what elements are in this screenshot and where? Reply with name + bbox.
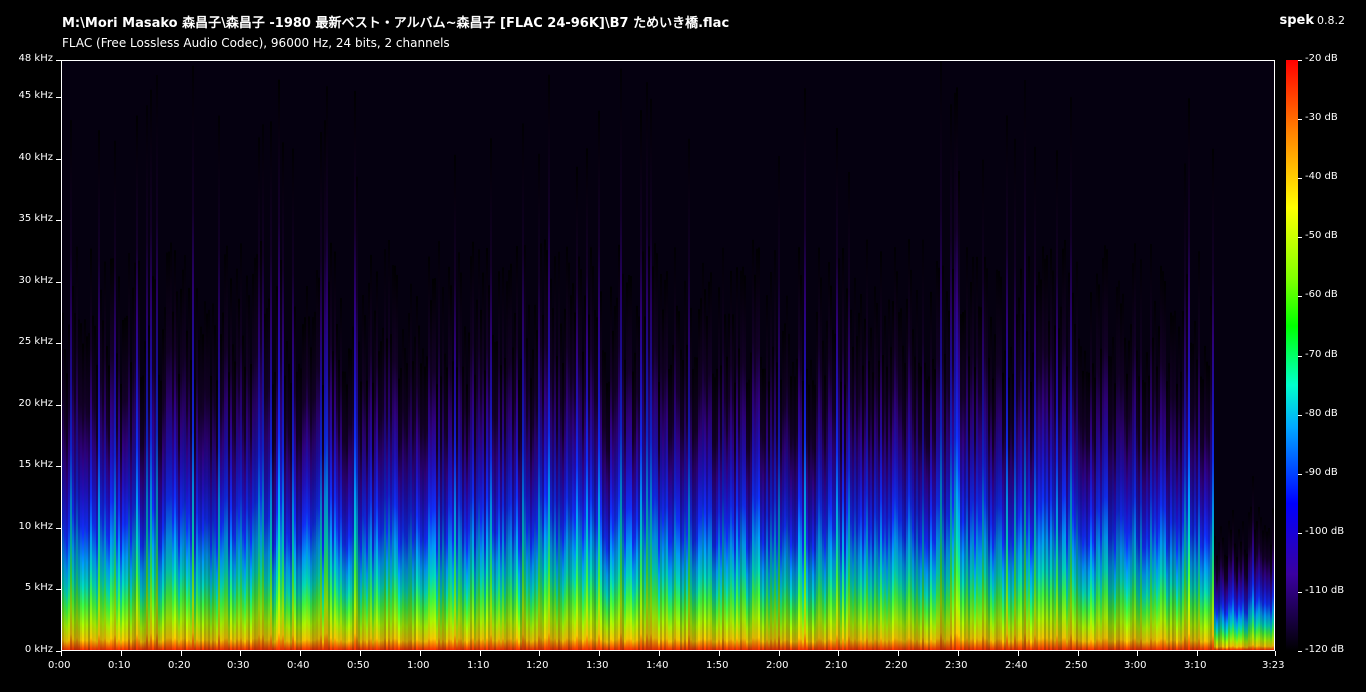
colorbar-tick [1298, 592, 1302, 593]
x-tick-label: 3:23 [1262, 660, 1285, 671]
colorbar-tick [1298, 356, 1302, 357]
x-tick-label: 0:20 [168, 660, 191, 671]
y-tick [56, 528, 61, 529]
x-tick-label: 2:30 [945, 660, 968, 671]
x-tick-label: 2:20 [885, 660, 908, 671]
y-tick-label: 10 kHz [18, 521, 53, 532]
x-tick [958, 651, 959, 656]
colorbar-tick [1298, 60, 1302, 61]
x-tick [898, 651, 899, 656]
y-tick-label: 30 kHz [18, 275, 53, 286]
x-tick-label: 2:40 [1005, 660, 1028, 671]
colorbar-tick-label: -80 dB [1305, 408, 1338, 419]
colorbar-tick-label: -90 dB [1305, 467, 1338, 478]
x-tick [240, 651, 241, 656]
x-tick-label: 1:40 [646, 660, 669, 671]
colorbar [1286, 60, 1298, 651]
colorbar-tick-label: -100 dB [1305, 526, 1345, 537]
colorbar-tick-label: -20 dB [1305, 53, 1338, 64]
colorbar-tick [1298, 178, 1302, 179]
spectrogram-plot [61, 60, 1275, 651]
y-tick [56, 343, 61, 344]
app-name: spek [1279, 13, 1314, 28]
app-brand: spek 0.8.2 [1279, 13, 1345, 28]
y-tick-label: 48 kHz [18, 53, 53, 64]
colorbar-tick-label: -30 dB [1305, 112, 1338, 123]
x-tick [838, 651, 839, 656]
colorbar-tick [1298, 296, 1302, 297]
x-tick [61, 651, 62, 656]
y-tick [56, 282, 61, 283]
colorbar-tick-label: -50 dB [1305, 230, 1338, 241]
colorbar-tick-label: -40 dB [1305, 171, 1338, 182]
colorbar-tick [1298, 237, 1302, 238]
colorbar-tick-label: -60 dB [1305, 289, 1338, 300]
x-tick-label: 0:40 [287, 660, 310, 671]
x-tick-label: 1:50 [706, 660, 729, 671]
y-tick [56, 97, 61, 98]
x-tick-label: 2:00 [766, 660, 789, 671]
y-tick [56, 405, 61, 406]
colorbar-tick [1298, 533, 1302, 534]
y-tick [56, 220, 61, 221]
app-version: 0.8.2 [1317, 14, 1345, 27]
y-tick-label: 40 kHz [18, 152, 53, 163]
colorbar-tick [1298, 119, 1302, 120]
file-title: M:\Mori Masako 森昌子\森昌子 -1980 最新ベスト・アルバム~… [62, 16, 730, 31]
x-tick-label: 1:00 [407, 660, 430, 671]
colorbar-tick [1298, 651, 1302, 652]
y-tick [56, 466, 61, 467]
x-tick-label: 3:10 [1184, 660, 1207, 671]
x-tick [1275, 651, 1276, 656]
x-tick-label: 0:00 [48, 660, 71, 671]
x-tick-label: 1:20 [526, 660, 549, 671]
x-tick [1197, 651, 1198, 656]
colorbar-tick-label: -70 dB [1305, 349, 1338, 360]
x-tick-label: 3:00 [1124, 660, 1147, 671]
x-tick [719, 651, 720, 656]
y-tick-label: 20 kHz [18, 398, 53, 409]
y-tick [56, 60, 61, 61]
y-tick [56, 159, 61, 160]
x-tick [1018, 651, 1019, 656]
codec-info: FLAC (Free Lossless Audio Codec), 96000 … [62, 36, 450, 50]
x-tick-label: 0:50 [347, 660, 370, 671]
colorbar-tick [1298, 415, 1302, 416]
y-tick-label: 45 kHz [18, 90, 53, 101]
x-tick [121, 651, 122, 656]
x-tick [480, 651, 481, 656]
x-tick-label: 1:30 [586, 660, 609, 671]
y-tick [56, 589, 61, 590]
x-tick [420, 651, 421, 656]
spectrogram-canvas [62, 61, 1274, 650]
colorbar-tick-label: -120 dB [1305, 644, 1345, 655]
colorbar-tick-label: -110 dB [1305, 585, 1345, 596]
x-tick [181, 651, 182, 656]
x-tick [599, 651, 600, 656]
y-tick-label: 35 kHz [18, 213, 53, 224]
x-tick [779, 651, 780, 656]
y-tick-label: 5 kHz [24, 582, 53, 593]
x-tick [1137, 651, 1138, 656]
x-tick-label: 2:10 [825, 660, 848, 671]
y-tick-label: 15 kHz [18, 459, 53, 470]
x-tick-label: 0:30 [227, 660, 250, 671]
y-tick-label: 0 kHz [24, 644, 53, 655]
x-tick [539, 651, 540, 656]
x-tick [1078, 651, 1079, 656]
x-tick-label: 1:10 [467, 660, 490, 671]
x-tick [300, 651, 301, 656]
y-tick-label: 25 kHz [18, 336, 53, 347]
x-tick-label: 2:50 [1065, 660, 1088, 671]
x-tick [360, 651, 361, 656]
x-tick [659, 651, 660, 656]
colorbar-tick [1298, 474, 1302, 475]
x-tick-label: 0:10 [108, 660, 131, 671]
